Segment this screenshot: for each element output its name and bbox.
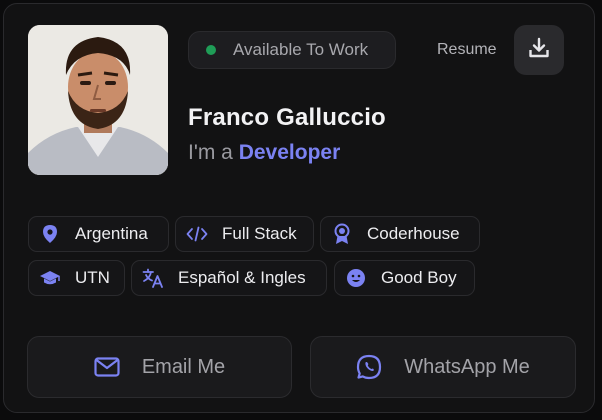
availability-badge: Available To Work [188, 31, 396, 69]
tag-languages: Español & Ingles [131, 260, 327, 296]
availability-label: Available To Work [233, 40, 369, 59]
award-icon [331, 223, 353, 245]
resume-label[interactable]: Resume [437, 41, 497, 59]
location-pin-icon [39, 223, 61, 245]
translate-icon [142, 267, 164, 289]
tag-coderhouse: Coderhouse [320, 216, 480, 252]
profile-role: I'm a Developer [188, 141, 340, 165]
resume-download-button[interactable] [514, 25, 564, 75]
profile-card: Available To Work Resume Franco Gallucci… [3, 3, 595, 413]
email-me-label: Email Me [141, 355, 226, 378]
tag-argentina: Argentina [28, 216, 169, 252]
smile-icon [345, 267, 367, 289]
whatsapp-me-button[interactable]: WhatsApp Me [310, 336, 576, 398]
profile-name: Franco Galluccio [188, 104, 386, 131]
whatsapp-me-label: WhatsApp Me [404, 355, 530, 378]
role-title: Developer [238, 141, 341, 164]
code-icon [186, 223, 208, 245]
avatar [28, 25, 168, 175]
mail-icon [94, 357, 120, 377]
download-icon [527, 36, 551, 65]
tag-label: Argentina [75, 224, 148, 243]
tag-good-boy: Good Boy [334, 260, 475, 296]
tag-label: Español & Ingles [178, 268, 306, 287]
role-prefix: I'm a [188, 141, 233, 164]
tag-label: Full Stack [222, 224, 297, 243]
email-me-button[interactable]: Email Me [27, 336, 292, 398]
graduation-cap-icon [39, 267, 61, 289]
tag-label: Good Boy [381, 268, 457, 287]
tag-utn: UTN [28, 260, 125, 296]
tag-label: UTN [75, 268, 110, 287]
tag-label: Coderhouse [367, 224, 460, 243]
status-dot-icon [206, 45, 216, 55]
whatsapp-icon [356, 354, 382, 380]
tag-full-stack: Full Stack [175, 216, 314, 252]
